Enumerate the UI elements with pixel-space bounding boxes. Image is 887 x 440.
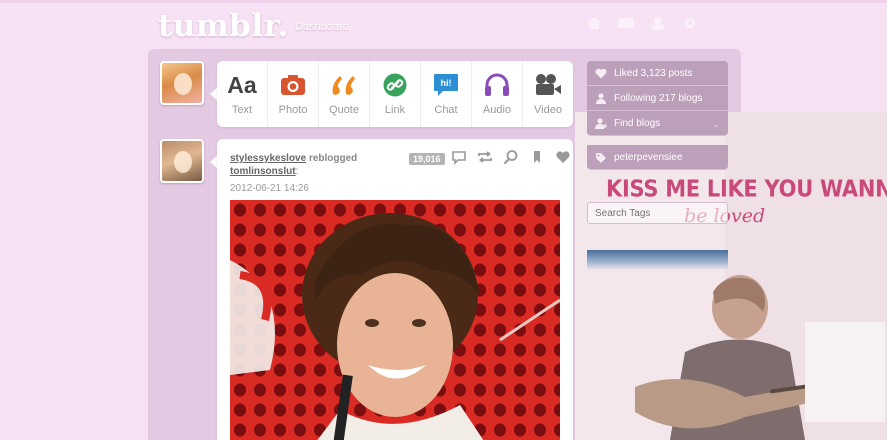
notes-count[interactable]: 19,016: [409, 153, 445, 165]
new-link-post-button[interactable]: Link: [370, 61, 421, 127]
sidebar-item-label: peterpevensiee: [614, 151, 683, 163]
chat-icon: hi!: [433, 73, 459, 97]
reblog-verb: reblogged: [308, 153, 358, 164]
post-type-label: Audio: [482, 104, 512, 116]
new-quote-post-button[interactable]: Quote: [319, 61, 370, 127]
gear-icon[interactable]: [681, 16, 699, 30]
post-controls: [451, 149, 571, 165]
tumblr-logo[interactable]: tumblr.: [158, 8, 289, 44]
sidebar-item-label: Liked 3,123 posts: [614, 67, 693, 79]
home-icon[interactable]: [585, 16, 603, 30]
new-video-post-button[interactable]: Video: [523, 61, 573, 127]
source-suffix: :: [295, 166, 299, 177]
post-type-label: Video: [534, 104, 562, 116]
sidebar-item-find-blogs[interactable]: Find blogs ⌄: [587, 111, 728, 136]
bookmark-icon[interactable]: [529, 149, 545, 165]
post-type-label: Text: [231, 104, 253, 116]
post-info: stylessykeslove reblogged tomlinsonslut:…: [230, 152, 357, 195]
chevron-down-icon: ⌄: [712, 120, 719, 129]
headphones-icon: [484, 73, 510, 97]
sidebar-banner-strip: [587, 250, 728, 270]
poster-avatar[interactable]: [160, 139, 204, 183]
dashboard-link[interactable]: Dashboard: [295, 21, 349, 33]
link-icon: [383, 73, 407, 97]
post-composer: Aa Text Photo Quote Link hi! Chat Audio: [217, 61, 573, 127]
reblogger-link[interactable]: stylessykeslove: [230, 153, 306, 164]
reply-icon[interactable]: [451, 149, 467, 165]
sidebar-item-likes[interactable]: Liked 3,123 posts: [587, 61, 728, 86]
person-icon: [595, 93, 607, 104]
new-audio-post-button[interactable]: Audio: [472, 61, 523, 127]
reblog-icon[interactable]: [477, 149, 493, 165]
sidebar-item-label: Find blogs: [614, 117, 661, 129]
new-text-post-button[interactable]: Aa Text: [217, 61, 268, 127]
source-blog-link[interactable]: tomlinsonslut: [230, 166, 296, 177]
post-date: 2012-06-21 14:26: [230, 183, 309, 194]
heart-icon: [595, 68, 607, 79]
dashboard-post: stylessykeslove reblogged tomlinsonslut:…: [217, 139, 573, 440]
add-person-icon: [595, 118, 607, 129]
heart-icon[interactable]: [555, 149, 571, 165]
svg-text:hi!: hi!: [441, 78, 452, 88]
video-camera-icon: [534, 73, 562, 97]
post-type-label: Link: [384, 104, 406, 116]
post-type-label: Photo: [278, 104, 308, 116]
tag-icon: [595, 152, 607, 163]
post-type-label: Chat: [434, 104, 458, 116]
account-icon[interactable]: [649, 16, 667, 30]
search-tags-input[interactable]: [587, 202, 728, 224]
sidebar-item-label: Following 217 blogs: [614, 92, 703, 104]
sidebar-item-following[interactable]: Following 217 blogs: [587, 86, 728, 111]
top-border: [0, 0, 887, 3]
new-photo-post-button[interactable]: Photo: [268, 61, 319, 127]
inbox-icon[interactable]: [617, 16, 635, 30]
post-type-label: Quote: [329, 104, 359, 116]
header-icons: [585, 16, 699, 30]
quote-icon: [330, 73, 358, 97]
text-icon: Aa: [227, 72, 257, 98]
new-chat-post-button[interactable]: hi! Chat: [421, 61, 472, 127]
camera-icon: [280, 73, 306, 97]
post-photo[interactable]: [230, 200, 560, 440]
sidebar-item-blog[interactable]: peterpevensiee: [587, 145, 728, 170]
search-icon[interactable]: [503, 149, 519, 165]
right-sidebar: Liked 3,123 posts Following 217 blogs Fi…: [587, 61, 728, 224]
my-avatar[interactable]: [160, 61, 204, 105]
